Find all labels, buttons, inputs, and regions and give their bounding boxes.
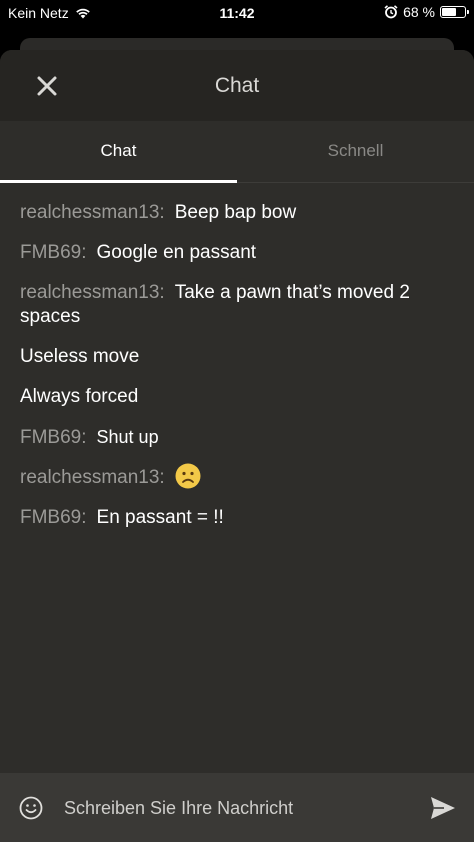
message-item: Always forced [20,385,454,409]
message-username: realchessman13: [20,282,165,303]
battery-icon [440,6,469,18]
message-text: Shut up [96,427,159,447]
status-right-group: 68 % [384,4,469,20]
carrier-group: Kein Netz [8,5,91,21]
message-username: FMB69: [20,507,87,528]
message-item: FMB69: Shut up [20,425,454,450]
header-title: Chat [214,74,260,97]
battery-fill [442,8,456,16]
tab-chat-label: Chat [100,141,137,160]
message-item: FMB69: En passant = !! [20,506,454,530]
message-text: Beep bap bow [174,202,297,223]
message-item: realchessman13: Take a pawn that’s moved … [20,281,454,329]
message-username: realchessman13: [20,467,165,488]
tab-quick[interactable]: Schnell [237,121,474,182]
status-bar: Kein Netz 11:42 68 % [0,0,474,28]
chat-sheet: Chat Chat Schnell realchessman13: Beep ba… [0,50,474,842]
message-input[interactable] [64,791,404,825]
message-text: Google en passant [96,242,257,263]
message-text: Useless move [20,346,140,367]
message-username: realchessman13: [20,202,165,223]
frowning-face-emoji [175,463,201,489]
tab-bar: Chat Schnell [0,121,474,183]
message-item: Useless move [20,345,454,369]
alarm-icon [384,5,398,19]
chat-header: Chat [0,50,474,121]
message-item: realchessman13: [20,463,454,490]
close-icon[interactable] [34,73,60,99]
tab-chat[interactable]: Chat [0,121,237,183]
message-item: FMB69: Google en passant [20,241,454,265]
message-username: FMB69: [20,242,87,263]
message-composer [0,773,474,842]
message-text: Always forced [20,386,139,407]
send-icon[interactable] [430,796,456,820]
battery-percent: 68 % [403,4,435,20]
tab-quick-label: Schnell [327,141,384,160]
message-text: En passant = !! [96,507,224,528]
message-list[interactable]: realchessman13: Beep bap bow FMB69: Google… [0,183,474,773]
wifi-icon [75,8,90,19]
smiley-icon[interactable] [19,796,43,820]
carrier-label: Kein Netz [8,5,69,21]
message-username: FMB69: [20,427,87,448]
message-item: realchessman13: Beep bap bow [20,201,454,225]
